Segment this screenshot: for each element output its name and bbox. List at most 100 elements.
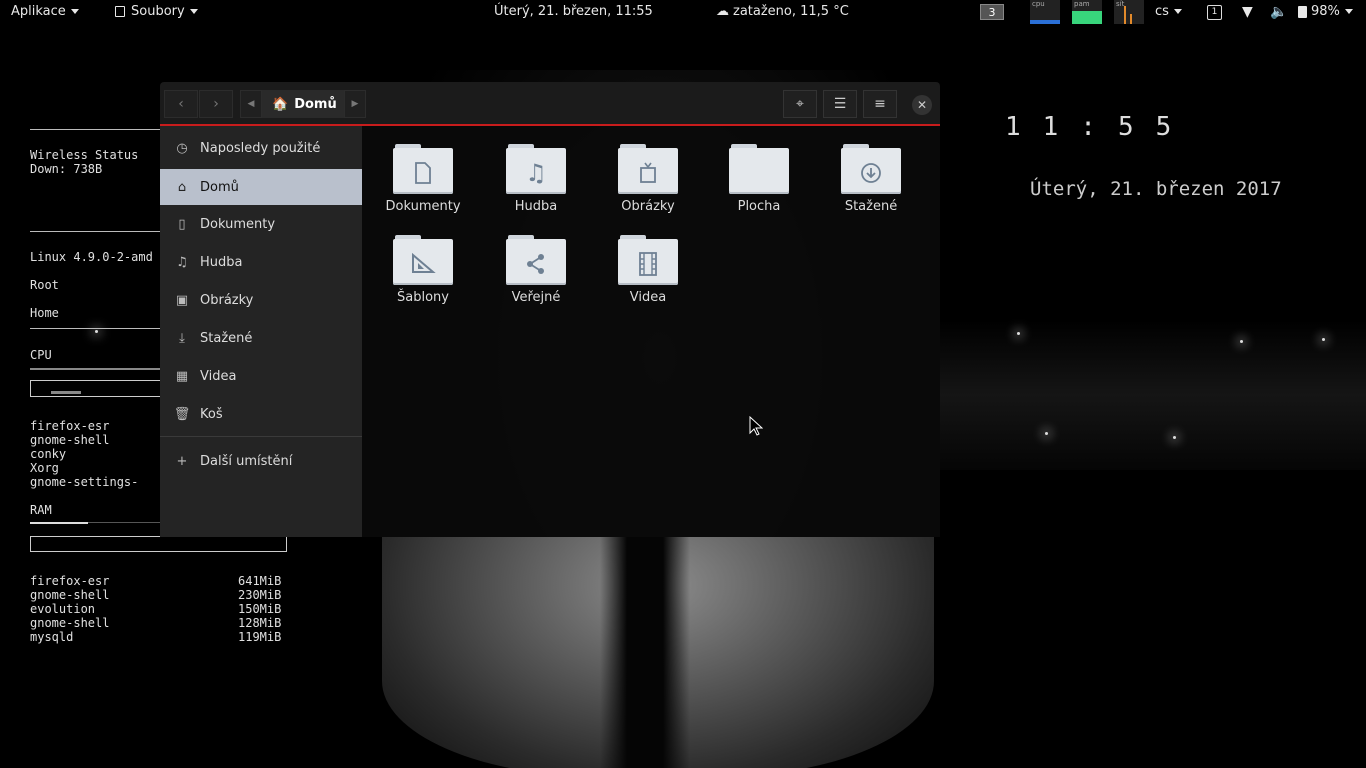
cloud-icon: ☁ (716, 4, 729, 19)
sidebar-item-label: Dokumenty (200, 216, 276, 232)
home-icon: 🏠 (272, 96, 289, 112)
sidebar-item-documents[interactable]: ▯ Dokumenty (160, 206, 362, 242)
ram-process-mem: 128MiB (238, 616, 282, 630)
ram-process-mem: 230MiB (238, 588, 282, 602)
ram-process-name: gnome-shell (30, 588, 110, 602)
folder-videos[interactable]: Videa (598, 235, 698, 305)
sidebar-item-other-locations[interactable]: + Další umístění (160, 443, 362, 479)
folder-public[interactable]: Veřejné (486, 235, 586, 305)
wallpaper-light (1240, 340, 1243, 343)
film-icon (618, 249, 678, 279)
home-label: Home (30, 306, 59, 320)
music-icon: ♫ (176, 254, 188, 270)
folder-icon (841, 144, 901, 194)
picture-icon: ▣ (175, 292, 189, 308)
sidebar-item-videos[interactable]: ▦ Videa (160, 358, 362, 394)
wallpaper-zip (600, 537, 690, 768)
path-scroll-right-button[interactable]: ▶ (344, 90, 366, 118)
sidebar-item-label: Hudba (200, 254, 243, 270)
desktop-clock-date: Úterý, 21. březen 2017 (1030, 178, 1282, 200)
ram-usage-bar (30, 522, 88, 524)
wallpaper-light (1017, 332, 1020, 335)
headerbar: ‹ › ◀ 🏠 Domů ▶ ⌖ ☰ ≡ ✕ (160, 82, 940, 126)
network-gauge[interactable]: sít (1114, 0, 1144, 24)
close-button[interactable]: ✕ (912, 95, 932, 115)
ram-process-mem: 150MiB (238, 602, 282, 616)
folder-label: Stažené (844, 199, 898, 214)
ram-process-name: mysqld (30, 630, 74, 644)
applications-menu[interactable]: Aplikace (11, 0, 79, 24)
sidebar-item-label: Domů (200, 179, 239, 195)
sidebar-item-pictures[interactable]: ▣ Obrázky (160, 282, 362, 318)
chevron-down-icon (70, 9, 79, 14)
hamburger-icon: ≡ (874, 96, 886, 112)
sidebar-item-trash[interactable]: 🗑 Koš (160, 396, 362, 432)
memory-gauge[interactable]: pam (1072, 0, 1102, 24)
forward-button[interactable]: › (199, 90, 233, 118)
folder-pictures[interactable]: Obrázky (598, 144, 698, 214)
folder-downloads[interactable]: Stažené (821, 144, 921, 214)
folder-icon (618, 235, 678, 285)
folder-icon: ♫ (506, 144, 566, 194)
download-icon: ⤓ (179, 330, 185, 346)
cpu-process: gnome-shell (30, 433, 110, 447)
ram-process-mem: 641MiB (238, 574, 282, 588)
document-icon: ▯ (178, 216, 186, 232)
home-icon: ⌂ (177, 179, 187, 195)
sidebar-separator (160, 436, 362, 437)
arrow-left-icon: ◀ (247, 99, 255, 109)
wallpaper-city (940, 320, 1366, 470)
workspace-switcher[interactable]: 3 (980, 4, 1004, 20)
folder-music[interactable]: ♫ Hudba (486, 144, 586, 214)
folder-icon (393, 235, 453, 285)
language-indicator[interactable]: cs (1155, 0, 1182, 24)
sidebar-item-home[interactable]: ⌂ Domů (160, 169, 362, 205)
folder-label: Plocha (737, 199, 781, 214)
cpu-usage-bar (30, 368, 160, 370)
folder-desktop[interactable]: Plocha (709, 144, 809, 214)
sidebar-item-label: Obrázky (200, 292, 254, 308)
wireless-down: Down: 738B (30, 162, 103, 176)
folder-documents[interactable]: Dokumenty (373, 144, 473, 214)
arrow-right-icon: ▶ (351, 99, 359, 109)
folder-icon (506, 235, 566, 285)
path-scroll-left-button[interactable]: ◀ (240, 90, 262, 118)
sidebar-item-recent[interactable]: ◷ Naposledy použité (160, 130, 362, 166)
document-icon (393, 158, 453, 188)
places-menu[interactable]: Soubory (115, 0, 198, 24)
root-label: Root (30, 278, 59, 292)
chevron-down-icon (189, 9, 198, 14)
template-icon (393, 249, 453, 279)
download-icon (841, 158, 901, 188)
path-home-button[interactable]: 🏠 Domů (262, 90, 347, 118)
sidebar-item-music[interactable]: ♫ Hudba (160, 244, 362, 280)
conky-divider (30, 129, 170, 130)
workspace-indicator[interactable]: 1 (1207, 5, 1222, 20)
weather-text: zataženo, 11,5 °C (733, 4, 849, 19)
view-list-button[interactable]: ☰ (823, 90, 857, 118)
language-label: cs (1155, 4, 1169, 19)
kernel-version: Linux 4.9.0-2-amd (30, 250, 153, 264)
menu-button[interactable]: ≡ (863, 90, 897, 118)
plus-icon: + (176, 453, 188, 469)
folder-templates[interactable]: Šablony (373, 235, 473, 305)
conky-divider (30, 231, 170, 232)
wifi-icon[interactable]: ▼ (1242, 0, 1253, 24)
ram-graph (30, 536, 287, 552)
weather-indicator[interactable]: ☁ zataženo, 11,5 °C (716, 0, 849, 24)
sidebar-item-downloads[interactable]: ⤓ Stažené (160, 320, 362, 356)
cpu-process: firefox-esr (30, 419, 110, 433)
folder-label: Dokumenty (385, 199, 461, 214)
ram-process-name: evolution (30, 602, 96, 616)
clock-datetime[interactable]: Úterý, 21. březen, 11:55 (494, 0, 653, 24)
wallpaper-light (1173, 436, 1176, 439)
back-button[interactable]: ‹ (164, 90, 198, 118)
cpu-gauge[interactable]: cpu (1030, 0, 1060, 24)
applications-menu-label: Aplikace (11, 4, 66, 19)
cpu-process: gnome-settings- (30, 475, 139, 489)
folder-label: Obrázky (621, 199, 675, 214)
volume-icon[interactable]: 🔈 (1270, 0, 1287, 24)
memory-gauge-label: pam (1074, 0, 1090, 8)
system-menu[interactable]: 98% (1298, 0, 1353, 24)
location-button[interactable]: ⌖ (783, 90, 817, 118)
